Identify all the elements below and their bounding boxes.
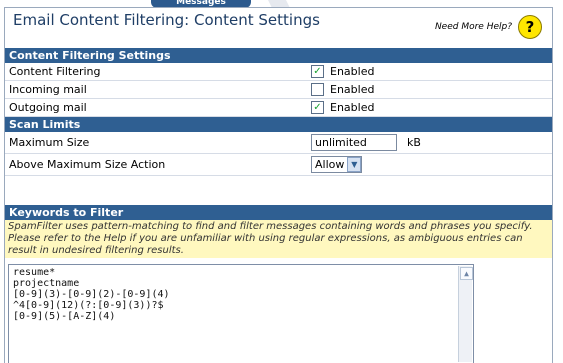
outgoing-mail-checkbox[interactable] xyxy=(311,101,324,114)
keyword-line: [0-9](3)-[0-9](2)-[0-9](4) xyxy=(13,289,170,300)
keyword-line: projectname xyxy=(13,278,80,289)
unit-label: kB xyxy=(407,136,421,149)
keyword-line: [0-9](5)-[A-Z](4) xyxy=(13,311,116,322)
keywords-notice: SpamFilter uses pattern-matching to find… xyxy=(5,220,552,258)
chevron-down-icon: ▼ xyxy=(347,157,362,172)
content-filtering-control[interactable]: Enabled xyxy=(311,65,374,78)
keywords-textarea[interactable]: resume* projectname [0-9](3)-[0-9](2)-[0… xyxy=(8,264,474,363)
row-label: Maximum Size xyxy=(9,136,90,149)
content-filtering-settings-heading: Content Filtering Settings xyxy=(5,48,552,63)
question-mark-icon[interactable]: ? xyxy=(518,15,542,39)
maximum-size-control: unlimited kB xyxy=(311,134,421,151)
scan-limits-heading: Scan Limits xyxy=(5,117,552,132)
enabled-label: Enabled xyxy=(330,101,375,114)
action-control: Allow ▼ xyxy=(311,156,363,173)
maximum-size-input[interactable]: unlimited xyxy=(311,134,397,151)
row-label: Outgoing mail xyxy=(9,101,87,114)
content-filtering-row: Content Filtering Enabled xyxy=(5,63,552,81)
page-header: Email Content Filtering: Content Setting… xyxy=(5,8,552,48)
keywords-to-filter-heading: Keywords to Filter xyxy=(5,205,552,220)
enabled-label: Enabled xyxy=(330,65,375,78)
keyword-line: ^4[0-9](12)(?:[0-9](3))?$ xyxy=(13,300,164,311)
page-title: Email Content Filtering: Content Setting… xyxy=(13,11,320,29)
textarea-scrollbar[interactable]: ▲ xyxy=(458,266,473,362)
enabled-label: Enabled xyxy=(330,83,375,96)
row-label: Content Filtering xyxy=(9,65,101,78)
above-maximum-size-action-row: Above Maximum Size Action Allow ▼ xyxy=(5,154,552,176)
outgoing-mail-control[interactable]: Enabled xyxy=(311,101,374,114)
incoming-mail-checkbox[interactable] xyxy=(311,83,324,96)
row-label: Incoming mail xyxy=(9,83,87,96)
action-select[interactable]: Allow ▼ xyxy=(311,156,363,173)
keyword-line: resume* xyxy=(13,267,56,278)
content-settings-panel: Email Content Filtering: Content Setting… xyxy=(4,7,553,363)
incoming-mail-control[interactable]: Enabled xyxy=(311,83,374,96)
content-filtering-checkbox[interactable] xyxy=(311,65,324,78)
selected-value: Allow xyxy=(315,158,345,171)
outgoing-mail-row: Outgoing mail Enabled xyxy=(5,99,552,117)
incoming-mail-row: Incoming mail Enabled xyxy=(5,81,552,99)
maximum-size-row: Maximum Size unlimited kB xyxy=(5,132,552,154)
top-strip: Messages xyxy=(0,0,563,24)
help-link[interactable]: Need More Help? ? xyxy=(435,15,542,39)
scroll-up-icon[interactable]: ▲ xyxy=(460,267,473,280)
row-label: Above Maximum Size Action xyxy=(9,158,166,171)
help-text: Need More Help? xyxy=(434,22,512,32)
